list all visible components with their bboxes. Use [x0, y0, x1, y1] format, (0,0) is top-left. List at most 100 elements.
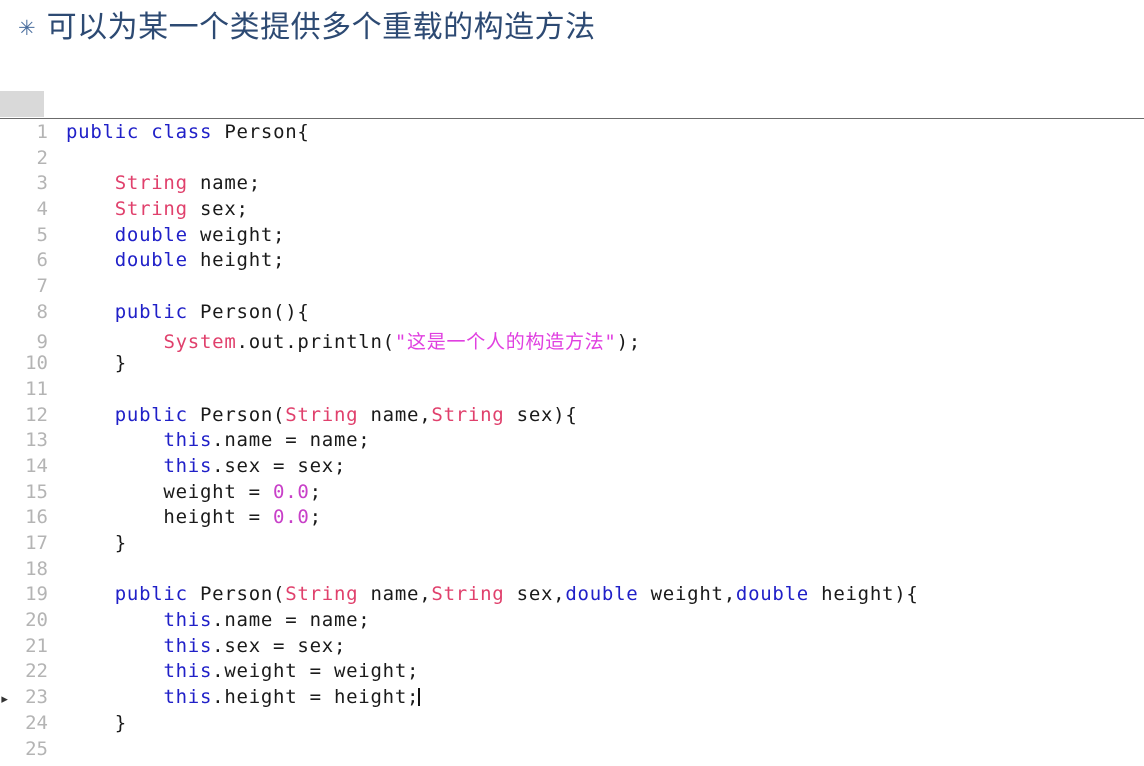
code-line[interactable]: 11	[0, 378, 1144, 404]
code-line[interactable]: 15 weight = 0.0;	[0, 481, 1144, 507]
code-line-text[interactable]: this.weight = weight;	[48, 660, 419, 682]
code-line[interactable]: 7	[0, 275, 1144, 301]
code-token: sex,	[504, 583, 566, 606]
code-token: double	[114, 249, 188, 272]
line-number: 13	[25, 429, 48, 452]
line-number: 4	[36, 198, 48, 221]
code-line-text[interactable]: }	[48, 712, 127, 734]
code-line[interactable]: 5 double weight;	[0, 224, 1144, 250]
ruler-gutter	[0, 91, 44, 117]
code-editor[interactable]: |----+----1----+----2----+----3----+----…	[0, 91, 1144, 766]
code-token: .name = name;	[212, 609, 371, 632]
line-number: 24	[25, 711, 48, 734]
code-line-text[interactable]: System.out.println("这是一个人的构造方法");	[48, 327, 641, 354]
code-line[interactable]: 16 height = 0.0;	[0, 506, 1144, 532]
code-line-text[interactable]: String name;	[48, 172, 261, 194]
code-line[interactable]: 25	[0, 738, 1144, 764]
bullet-asterisk-icon: ✳	[18, 16, 36, 40]
code-token: public	[66, 121, 140, 143]
code-lines-container[interactable]: 1 public class Person{2 3 String name; 4 St…	[0, 119, 1144, 764]
code-line[interactable]: 6 double height;	[0, 249, 1144, 275]
code-line[interactable]: 21 this.sex = sex;	[0, 635, 1144, 661]
code-token: public	[114, 403, 188, 426]
code-token: this	[163, 660, 213, 683]
code-token: public	[114, 300, 188, 323]
code-token: Person(){	[187, 300, 310, 323]
code-line-text[interactable]: this.height = height;	[48, 686, 421, 708]
code-line-text[interactable]: double height;	[48, 249, 285, 271]
line-number: 11	[25, 377, 48, 400]
code-token: }	[66, 352, 127, 375]
code-line[interactable]: ▸ 23 this.height = height;	[0, 686, 1144, 712]
code-line-text[interactable]: this.sex = sex;	[48, 635, 346, 657]
code-line[interactable]: 10 }	[0, 352, 1144, 378]
code-line-text[interactable]: }	[48, 352, 127, 374]
code-token: Person{	[212, 121, 310, 143]
code-token: weight,	[638, 583, 736, 606]
code-line-text[interactable]: public Person(String name,String sex,dou…	[48, 583, 919, 605]
code-line-text[interactable]: String sex;	[48, 198, 249, 220]
code-token: Person(	[187, 583, 286, 606]
code-line-text[interactable]: }	[48, 532, 127, 554]
column-ruler: |----+----1----+----2----+----3----+----…	[0, 91, 1144, 119]
code-line[interactable]: 20 this.name = name;	[0, 609, 1144, 635]
code-line-text[interactable]: public class Person{	[48, 121, 310, 143]
code-token: Person(	[187, 403, 286, 426]
code-token: name,	[358, 403, 432, 426]
code-token: double	[565, 583, 639, 606]
code-line[interactable]: 3 String name;	[0, 172, 1144, 198]
code-token: ;	[309, 506, 322, 529]
code-token: ;	[309, 480, 322, 503]
code-line[interactable]: 22 this.weight = weight;	[0, 660, 1144, 686]
code-token: .weight = weight;	[212, 660, 420, 683]
code-line[interactable]: 1 public class Person{	[0, 121, 1144, 147]
code-token: "这是一个人的构造方法"	[394, 330, 617, 353]
code-line[interactable]: 13 this.name = name;	[0, 429, 1144, 455]
code-token: height){	[808, 583, 919, 606]
code-token: String	[285, 583, 359, 606]
line-number: 14	[25, 454, 48, 477]
code-line-text[interactable]: height = 0.0;	[48, 506, 322, 528]
code-line-text[interactable]: public Person(){	[48, 301, 310, 323]
code-token: String	[114, 172, 188, 195]
line-number: 5	[36, 223, 48, 246]
code-line[interactable]: 24 }	[0, 712, 1144, 738]
code-token: .name = name;	[212, 429, 371, 452]
code-line-text[interactable]: public Person(String name,String sex){	[48, 404, 578, 426]
code-token: double	[735, 583, 809, 606]
code-line[interactable]: 9 System.out.println("这是一个人的构造方法");	[0, 327, 1144, 353]
code-line[interactable]: 12 public Person(String name,String sex)…	[0, 404, 1144, 430]
code-token: class	[151, 121, 213, 143]
code-token: weight;	[187, 223, 286, 246]
code-line[interactable]: 8 public Person(){	[0, 301, 1144, 327]
line-number: 16	[25, 506, 48, 529]
code-line[interactable]: 17 }	[0, 532, 1144, 558]
code-token: );	[616, 330, 641, 353]
code-line-text[interactable]: this.name = name;	[48, 429, 370, 451]
text-caret	[418, 688, 421, 707]
code-line[interactable]: 4 String sex;	[0, 198, 1144, 224]
code-line-text[interactable]: this.sex = sex;	[48, 455, 346, 477]
code-line[interactable]: 18	[0, 558, 1144, 584]
line-number: 3	[36, 172, 48, 195]
code-token: 0.0	[273, 506, 310, 529]
line-number: 25	[25, 737, 48, 760]
code-line[interactable]: 19 public Person(String name,String sex,…	[0, 583, 1144, 609]
code-line-text[interactable]: double weight;	[48, 224, 285, 246]
code-token: 0.0	[273, 480, 310, 503]
code-line-text[interactable]: this.name = name;	[48, 609, 370, 631]
code-token: .out.println(	[236, 330, 395, 353]
code-line[interactable]: 2	[0, 147, 1144, 173]
code-line[interactable]: 14 this.sex = sex;	[0, 455, 1144, 481]
code-token: name;	[187, 172, 261, 195]
code-token: this	[163, 609, 213, 632]
code-line-text[interactable]: weight = 0.0;	[48, 481, 322, 503]
line-number: 1	[36, 121, 48, 143]
